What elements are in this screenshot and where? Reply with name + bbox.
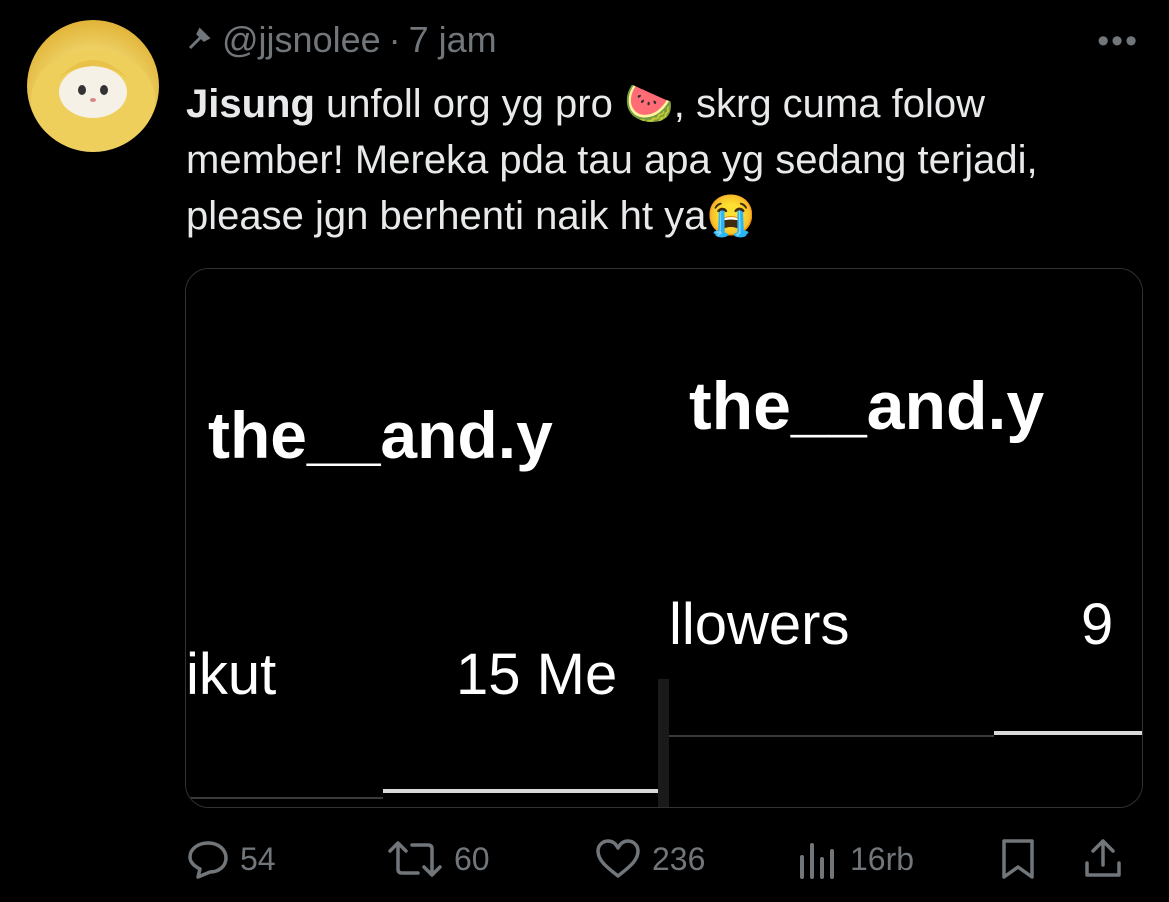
reply-button[interactable]: 54 <box>186 836 276 882</box>
text-line-3: please jgn berhenti naik ht ya😭 <box>186 194 757 238</box>
pin-icon <box>186 19 214 61</box>
more-options-button[interactable]: ••• <box>1097 22 1139 61</box>
reply-count: 54 <box>240 840 276 877</box>
media-attachment[interactable]: the__and.y ikut 15 Me the__and.y llowers… <box>185 268 1143 808</box>
like-icon <box>594 838 642 880</box>
repost-button[interactable]: 60 <box>386 836 490 882</box>
like-count: 236 <box>652 840 706 877</box>
repost-icon <box>386 839 444 879</box>
author-handle[interactable]: @jjsnolee <box>222 19 381 61</box>
profile-username: the__and.y <box>689 368 1045 444</box>
stat-value: 9 <box>1081 592 1114 657</box>
media-image-right[interactable]: the__and.y llowers 9 <box>669 269 1142 807</box>
pane-divider <box>658 679 669 807</box>
share-icon <box>1081 837 1125 881</box>
bookmark-icon <box>998 837 1038 881</box>
stat-value: 15 Me <box>456 642 618 707</box>
tab-underline <box>994 731 1142 735</box>
separator: · <box>388 19 401 60</box>
text-line-1: unfoll org yg pro 🍉, skrg cuma folow <box>314 82 985 126</box>
reply-icon <box>186 839 230 879</box>
bookmark-button[interactable] <box>998 836 1038 882</box>
tab-underline <box>383 789 658 793</box>
timestamp[interactable]: 7 jam <box>409 19 497 61</box>
divider <box>186 797 383 799</box>
mention-name[interactable]: Jisung <box>186 82 315 126</box>
avatar[interactable] <box>27 20 159 152</box>
tweet-header: @jjsnolee · 7 jam <box>186 18 497 62</box>
text-line-2: member! Mereka pda tau apa yg sedang ter… <box>186 138 1038 182</box>
action-bar: 54 60 236 16rb <box>186 836 1141 882</box>
views-button[interactable]: 16rb <box>796 836 914 882</box>
share-button[interactable] <box>1081 836 1125 882</box>
media-image-left[interactable]: the__and.y ikut 15 Me <box>186 269 658 807</box>
divider <box>669 735 994 737</box>
views-icon <box>796 839 840 879</box>
tweet-text: Jisung unfoll org yg pro 🍉, skrg cuma fo… <box>186 76 1146 244</box>
like-button[interactable]: 236 <box>594 836 705 882</box>
stat-label: llowers <box>669 592 850 657</box>
views-count: 16rb <box>850 840 915 877</box>
profile-username: the__and.y <box>208 398 553 472</box>
repost-count: 60 <box>454 840 490 877</box>
avatar-image <box>31 50 155 150</box>
stat-label: ikut <box>186 642 277 707</box>
